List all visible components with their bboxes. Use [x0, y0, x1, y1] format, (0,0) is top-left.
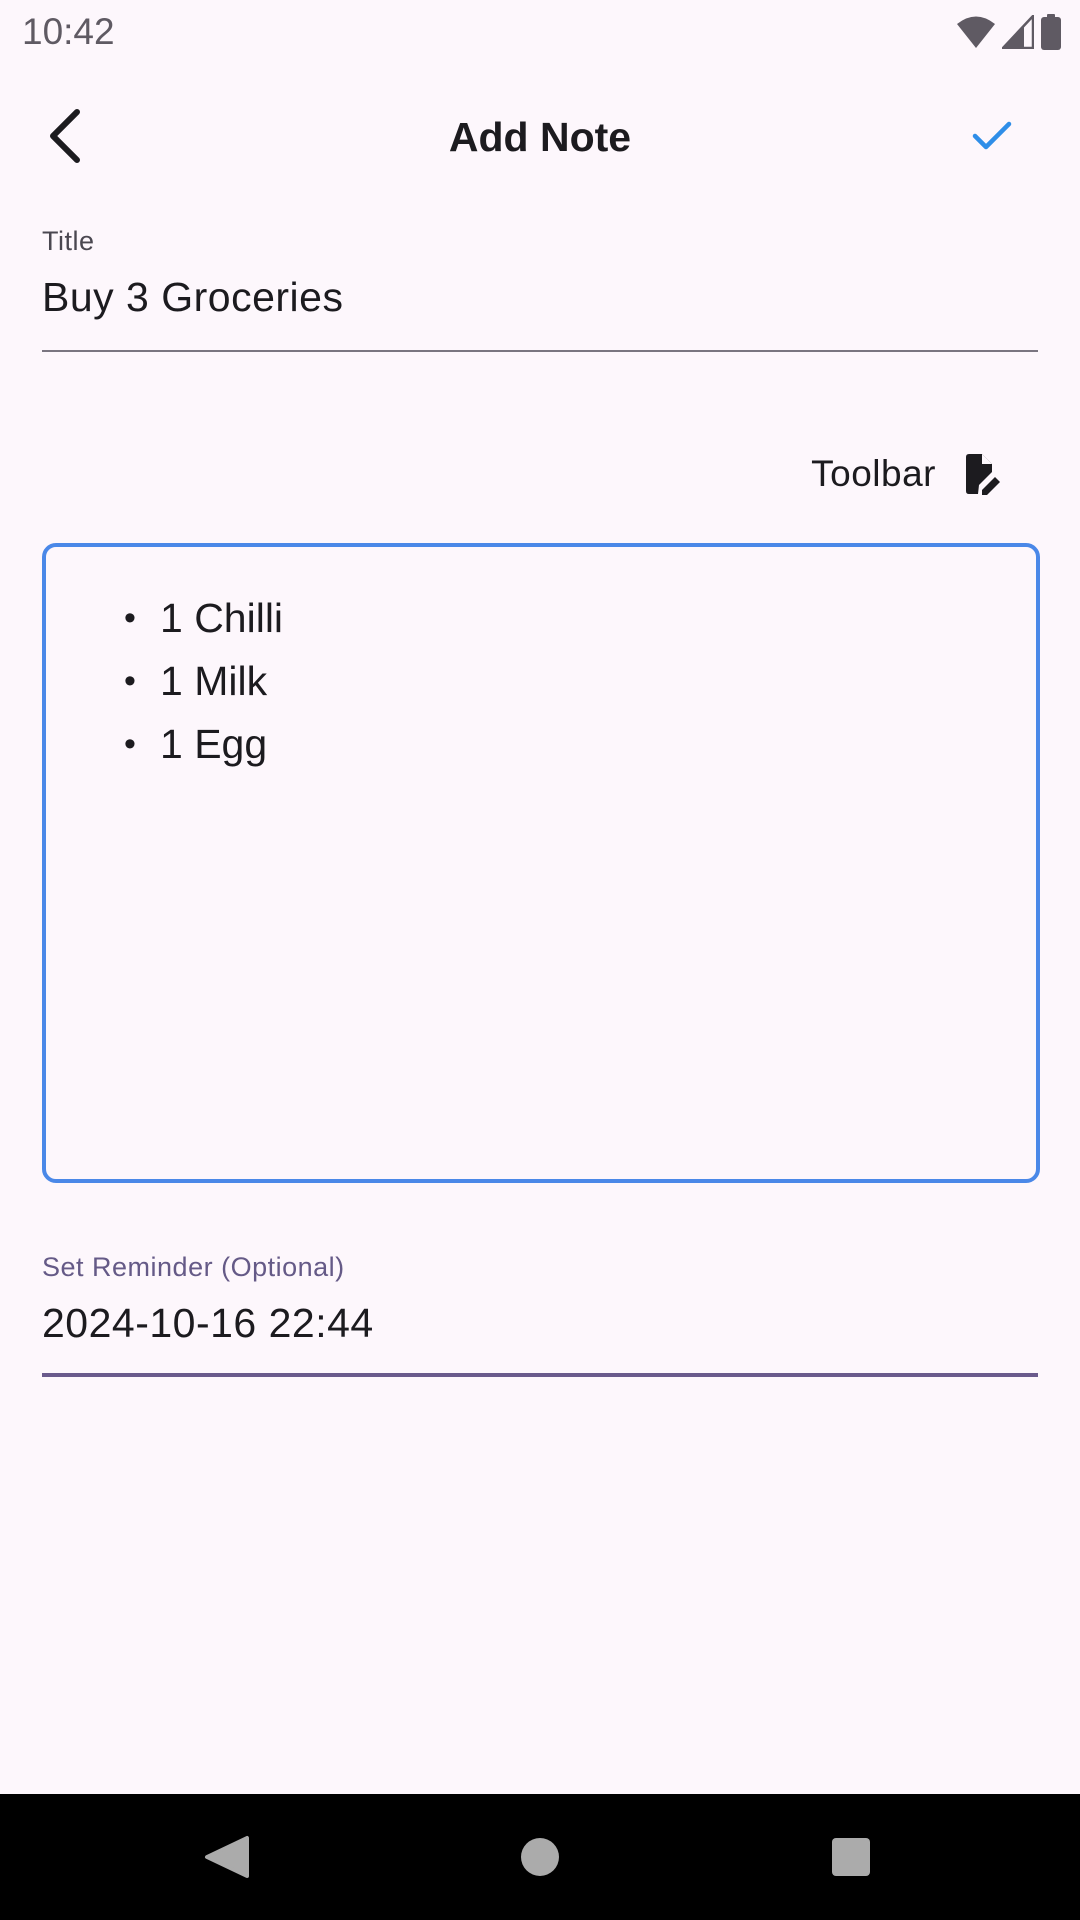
title-underline	[42, 350, 1038, 352]
chevron-left-icon	[50, 109, 80, 163]
list-item[interactable]: • 1 Egg	[124, 713, 283, 776]
status-bar: 10:42	[0, 0, 1080, 64]
cellular-signal-icon	[1002, 15, 1034, 49]
home-circle-icon	[521, 1838, 559, 1876]
recents-square-icon	[832, 1838, 870, 1876]
nav-recents-button[interactable]	[816, 1822, 886, 1892]
edit-document-icon	[966, 454, 1000, 495]
reminder-underline	[42, 1373, 1038, 1377]
toolbar-toggle-button[interactable]: Toolbar	[811, 444, 1002, 504]
check-icon	[972, 121, 1012, 150]
status-icons	[956, 12, 1062, 52]
bullet-list: • 1 Chilli • 1 Milk • 1 Egg	[124, 587, 283, 776]
bullet-marker: •	[124, 662, 136, 700]
save-button[interactable]	[952, 96, 1032, 176]
wifi-icon	[957, 16, 995, 48]
reminder-field[interactable]: Set Reminder (Optional)	[42, 1252, 1038, 1380]
app-bar: Add Note	[0, 76, 1080, 198]
list-item-text: 1 Chilli	[160, 595, 284, 641]
page-title: Add Note	[448, 114, 632, 160]
back-triangle-icon	[205, 1836, 249, 1878]
list-item[interactable]: • 1 Milk	[124, 650, 283, 713]
system-nav-bar	[0, 1794, 1080, 1920]
note-content-editor[interactable]: • 1 Chilli • 1 Milk • 1 Egg	[42, 543, 1040, 1183]
bullet-marker: •	[124, 599, 136, 637]
status-time: 10:42	[22, 11, 115, 52]
toolbar-label: Toolbar	[811, 453, 936, 494]
title-field[interactable]: Title	[42, 226, 1038, 354]
title-input[interactable]	[42, 274, 1038, 321]
battery-icon	[1041, 14, 1061, 50]
back-button[interactable]	[24, 96, 104, 176]
list-item-text: 1 Milk	[160, 658, 268, 704]
title-field-label: Title	[42, 226, 95, 256]
reminder-field-label: Set Reminder (Optional)	[42, 1252, 345, 1282]
nav-home-button[interactable]	[505, 1822, 575, 1892]
list-item[interactable]: • 1 Chilli	[124, 587, 283, 650]
list-item-text: 1 Egg	[160, 721, 268, 767]
nav-back-button[interactable]	[191, 1822, 261, 1892]
bullet-marker: •	[124, 725, 136, 763]
reminder-input[interactable]	[42, 1300, 1038, 1347]
